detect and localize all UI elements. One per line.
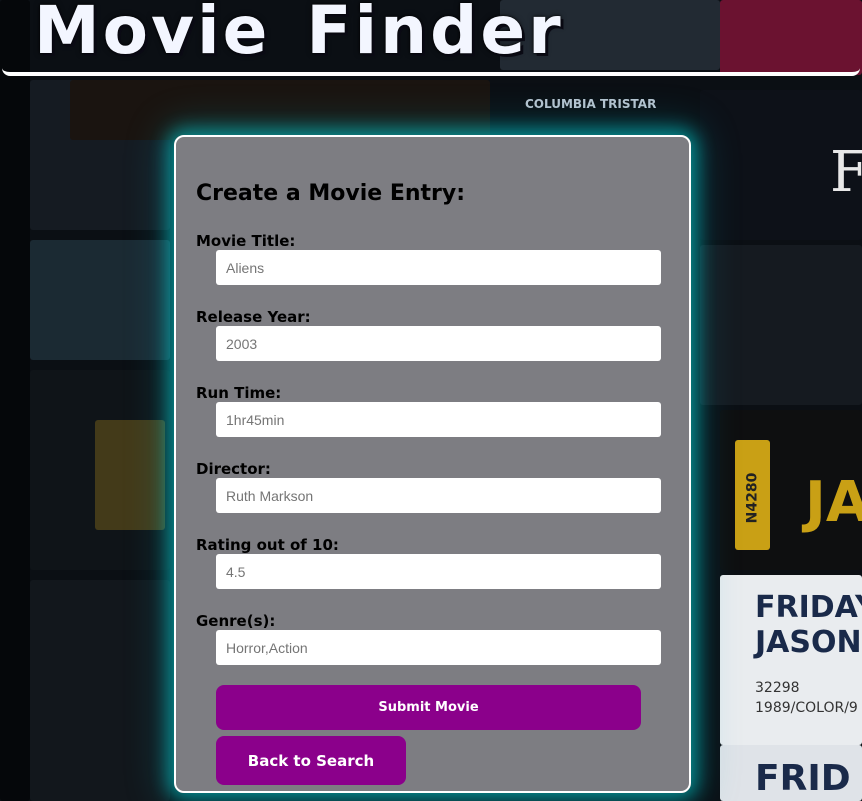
bg-tape-label: FRIDAY — [755, 590, 862, 625]
header: Movie Finder — [0, 0, 862, 80]
bg-tape-label: 1989/COLOR/9 — [755, 700, 858, 716]
director-input[interactable] — [216, 478, 661, 513]
site-title: Movie Finder — [34, 0, 564, 69]
bg-tape-label: JASON — [755, 625, 862, 660]
director-label: Director: — [196, 460, 271, 478]
release-year-input[interactable] — [216, 326, 661, 361]
bg-tape-label: F — [830, 140, 862, 205]
run-time-input[interactable] — [216, 402, 661, 437]
release-year-label: Release Year: — [196, 308, 311, 326]
movie-title-label: Movie Title: — [196, 232, 296, 250]
submit-movie-button[interactable]: Submit Movie — [216, 685, 641, 730]
rating-label: Rating out of 10: — [196, 536, 339, 554]
bg-tape-label: FRID — [755, 758, 851, 799]
run-time-label: Run Time: — [196, 384, 282, 402]
bg-tape-label: 32298 — [755, 680, 800, 696]
genres-input[interactable] — [216, 630, 661, 665]
bg-tape-label: COLUMBIA TRISTAR — [525, 97, 657, 111]
back-to-search-button[interactable]: Back to Search — [216, 736, 406, 785]
bg-tape-label: N4280 — [744, 472, 761, 524]
genres-label: Genre(s): — [196, 612, 276, 630]
rating-input[interactable] — [216, 554, 661, 589]
bg-tape-label: JA — [805, 470, 862, 535]
form-title: Create a Movie Entry: — [196, 181, 466, 206]
create-movie-form: Create a Movie Entry: Movie Title: Relea… — [174, 135, 691, 793]
movie-title-input[interactable] — [216, 250, 661, 285]
